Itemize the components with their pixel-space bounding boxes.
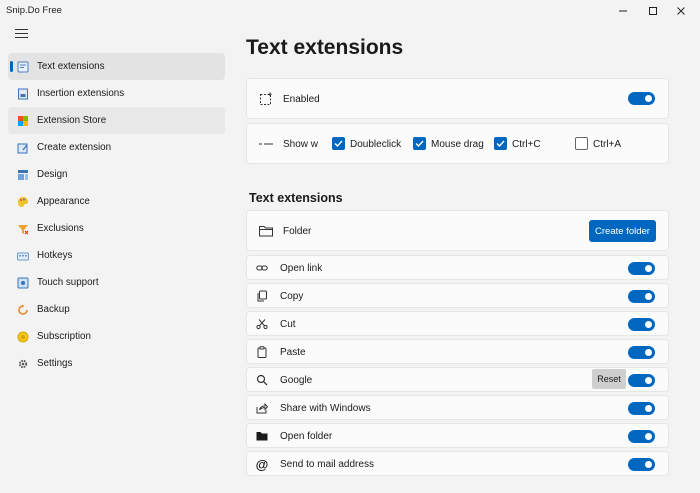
extension-label: Open folder [280,431,333,442]
doubleclick-checkbox[interactable] [332,137,345,150]
sidebar-item-label: Settings [37,358,73,369]
extension-label: Send to mail address [280,459,374,470]
extension-row-share-with-windows[interactable]: Share with Windows [246,395,669,420]
sidebar-item-hotkeys[interactable]: Hotkeys [8,242,225,269]
sidebar-item-subscription[interactable]: Subscription [8,323,225,350]
folder-icon [259,225,273,237]
title-bar: Snip.Do Free [0,0,700,22]
sidebar-item-label: Text extensions [37,61,105,72]
sidebar-item-text-extensions[interactable]: Text extensions [8,53,225,80]
extension-row-open-link[interactable]: Open link [246,255,669,280]
mouse-drag-label: Mouse drag [431,139,484,150]
extension-row-copy[interactable]: Copy [246,283,669,308]
copy-icon [255,289,269,303]
extension-toggle[interactable] [628,458,655,471]
sidebar-item-exclusions[interactable]: Exclusions [8,215,225,242]
create-folder-button[interactable]: Create folder [589,220,656,242]
minimize-icon [619,10,627,12]
extension-label: Cut [280,319,296,330]
maximize-icon [649,7,657,15]
ctrl-c-checkbox[interactable] [494,137,507,150]
store-icon [17,115,29,127]
extension-row-send-to-mail-address[interactable]: @ Send to mail address [246,451,669,476]
clipboard-icon [255,345,269,359]
extension-toggle[interactable] [628,262,655,275]
scissors-icon [255,317,269,331]
sidebar-nav: Text extensions Insertion extensions Ext… [8,53,225,377]
close-button[interactable] [658,0,700,22]
sidebar-item-create-extension[interactable]: Create extension [8,134,225,161]
extension-toggle[interactable] [628,430,655,443]
gear-icon [17,358,29,370]
extension-toggle[interactable] [628,346,655,359]
sidebar-item-appearance[interactable]: Appearance [8,188,225,215]
reset-button[interactable]: Reset [592,369,626,389]
search-icon [255,373,269,387]
at-icon: @ [255,456,269,472]
appearance-icon [17,196,29,208]
sidebar-item-label: Hotkeys [37,250,73,261]
selection-icon [259,92,273,106]
sidebar-item-insertion-extensions[interactable]: Insertion extensions [8,80,225,107]
extension-label: Share with Windows [280,403,371,414]
close-icon [677,7,685,15]
extension-toggle[interactable] [628,290,655,303]
sidebar-item-label: Design [37,169,68,180]
insertion-icon [17,88,29,100]
sidebar-item-settings[interactable]: Settings [8,350,225,377]
extension-toggle[interactable] [628,402,655,415]
sidebar-item-label: Extension Store [37,115,107,126]
enabled-toggle[interactable] [628,92,655,105]
extension-row-cut[interactable]: Cut [246,311,669,336]
show-when-card: Show w Doubleclick Mouse drag Ctrl+C Ctr… [246,123,669,164]
extension-toggle[interactable] [628,374,655,387]
sidebar-item-extension-store[interactable]: Extension Store [8,107,225,134]
enabled-card: Enabled [246,78,669,119]
folder-filled-icon [255,429,269,443]
create-icon [17,142,29,154]
sidebar-item-label: Appearance [37,196,90,207]
text-extensions-icon [17,61,29,73]
exclusions-icon [17,223,29,235]
extension-label: Open link [280,263,323,274]
menu-icon[interactable] [15,29,28,39]
dash-dot-icon [259,138,273,150]
section-title: Text extensions [249,191,343,205]
share-icon [255,401,269,415]
folder-label: Folder [283,226,312,237]
sidebar-item-label: Create extension [37,142,112,153]
extension-label: Google [280,375,313,386]
sidebar-item-backup[interactable]: Backup [8,296,225,323]
backup-icon [17,304,29,316]
window-title: Snip.Do Free [6,5,62,16]
sidebar-item-label: Insertion extensions [37,88,125,99]
extension-row-paste[interactable]: Paste [246,339,669,364]
sidebar-item-label: Backup [37,304,70,315]
enabled-label: Enabled [283,94,320,105]
sidebar-item-touch-support[interactable]: Touch support [8,269,225,296]
touch-icon [17,277,29,289]
extension-label: Paste [280,347,306,358]
show-when-label: Show w [283,139,319,150]
extension-toggle[interactable] [628,318,655,331]
sidebar-item-design[interactable]: Design [8,161,225,188]
sidebar-item-label: Subscription [37,331,91,342]
extension-label: Copy [280,291,304,302]
mouse-drag-checkbox[interactable] [413,137,426,150]
sidebar-item-label: Touch support [37,277,99,288]
ctrl-a-label: Ctrl+A [593,139,622,150]
hotkeys-icon [17,250,29,262]
page-title: Text extensions [246,36,404,59]
doubleclick-label: Doubleclick [350,139,402,150]
ctrl-a-checkbox[interactable] [575,137,588,150]
extension-row-open-folder[interactable]: Open folder [246,423,669,448]
sidebar-item-label: Exclusions [37,223,84,234]
link-icon [255,261,269,275]
subscription-icon [17,331,29,343]
design-icon [17,169,29,181]
ctrl-c-label: Ctrl+C [512,139,541,150]
